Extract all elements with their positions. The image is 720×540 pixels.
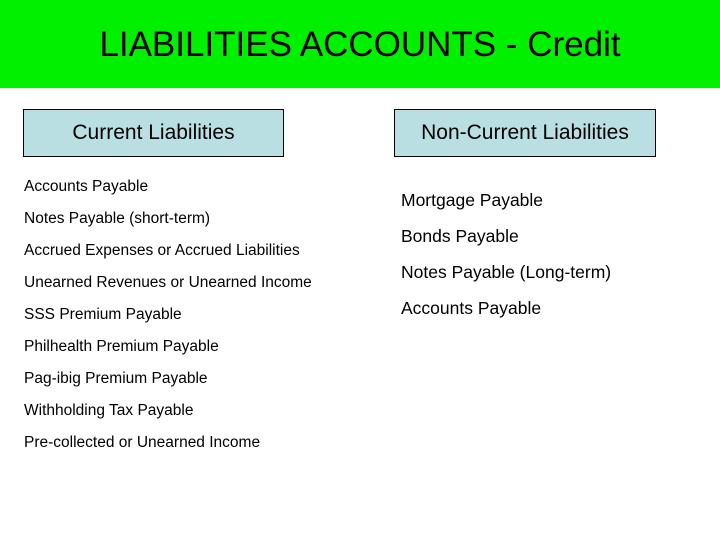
list-item: Withholding Tax Payable bbox=[24, 402, 194, 419]
list-item: Notes Payable (short-term) bbox=[24, 210, 211, 227]
list-item: Accounts Payable bbox=[24, 178, 149, 195]
list-item: Philhealth Premium Payable bbox=[24, 338, 219, 355]
list-item: Pre-collected or Unearned Income bbox=[24, 434, 261, 451]
current-liabilities-list: Accounts Payable Notes Payable (short-te… bbox=[24, 177, 324, 465]
column-header-current-liabilities: Current Liabilities bbox=[23, 109, 284, 157]
page-title: LIABILITIES ACCOUNTS - Credit bbox=[99, 25, 621, 64]
column-header-non-current-liabilities-label: Non-Current Liabilities bbox=[421, 121, 629, 144]
list-item: Notes Payable (Long-term) bbox=[401, 262, 612, 282]
list-item: SSS Premium Payable bbox=[24, 306, 182, 323]
list-item: Accrued Expenses or Accrued Liabilities bbox=[24, 242, 300, 259]
non-current-liabilities-list: Mortgage Payable Bonds Payable Notes Pay… bbox=[401, 189, 701, 333]
column-header-non-current-liabilities: Non-Current Liabilities bbox=[394, 109, 656, 157]
title-banner: LIABILITIES ACCOUNTS - Credit bbox=[0, 0, 720, 88]
list-item: Pag-ibig Premium Payable bbox=[24, 370, 208, 387]
column-header-current-liabilities-label: Current Liabilities bbox=[72, 121, 235, 144]
list-item: Bonds Payable bbox=[401, 226, 519, 246]
list-item: Accounts Payable bbox=[401, 298, 542, 318]
list-item: Mortgage Payable bbox=[401, 190, 544, 210]
list-item: Unearned Revenues or Unearned Income bbox=[24, 274, 312, 291]
